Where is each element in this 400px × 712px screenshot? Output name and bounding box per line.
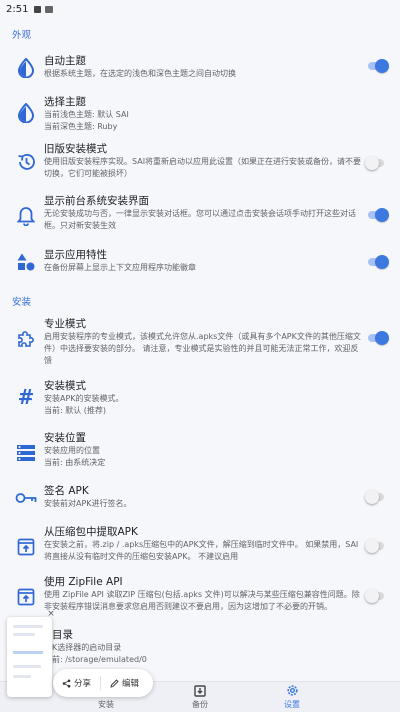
setting-desc: 当前: 默认 (推荐) — [44, 406, 107, 415]
theme-drop-icon — [14, 101, 38, 125]
thumb-line — [13, 633, 35, 636]
nav-settings[interactable]: 设置 — [262, 684, 322, 710]
legacy-install-toggle[interactable] — [365, 156, 384, 170]
setting-title: 从压缩包中提取APK — [44, 526, 138, 538]
share-label: 分享 — [74, 679, 92, 689]
setting-title: 安装模式 — [44, 380, 86, 392]
toggle-knob — [365, 589, 379, 603]
status-time: 2:51 — [6, 3, 29, 15]
archive-upload-icon — [14, 535, 38, 559]
setting-select-theme[interactable]: 选择主题 当前浅色主题: 默认 SAI 当前深色主题: Ruby — [0, 93, 400, 137]
setting-desc: 当前: 由系统决定 — [44, 458, 106, 467]
share-edit-popup: 分享 编辑 — [53, 669, 153, 697]
setting-desc: 当前浅色主题: 默认 SAI — [44, 110, 129, 119]
nav-settings-label: 设置 — [284, 700, 300, 709]
setting-desc: 前: /storage/emulated/0 — [52, 655, 147, 664]
pro-mode-toggle[interactable] — [368, 331, 389, 345]
setting-desc: 使用 ZipFile API 读取ZIP 压缩包(包括.apks 文件)可以解决… — [44, 590, 360, 611]
setting-title: 选择主题 — [44, 96, 86, 108]
document-icon — [45, 5, 54, 13]
setting-title: 专业模式 — [44, 318, 86, 330]
foreground-install-toggle[interactable] — [368, 208, 389, 222]
toggle-knob — [365, 539, 379, 553]
setting-app-features[interactable]: 显示应用特性 在备份屏幕上显示上下文应用程序功能徽章 — [0, 248, 400, 278]
setting-auto-theme[interactable]: 自动主题 根据系统主题，在选定的浅色和深色主题之间自动切换 — [0, 52, 400, 88]
setting-title: 旧版安装模式 — [44, 143, 107, 155]
setting-directory[interactable]: 目录 K选择器的启动目录 前: /storage/emulated/0 — [0, 628, 400, 672]
setting-legacy-install[interactable]: 旧版安装模式 使用旧版安装程序实现。SAI将重新启动以应用此设置（如果正在进行安… — [0, 142, 400, 192]
setting-desc: 安装应用的位置 — [44, 446, 100, 455]
edit-label: 编辑 — [122, 679, 140, 689]
thumb-highlight — [13, 651, 43, 654]
history-icon — [14, 150, 38, 174]
edit-button[interactable]: 编辑 — [105, 673, 144, 693]
screenshot-thumbnail[interactable] — [7, 617, 52, 697]
section-install: 安装 — [12, 297, 32, 308]
zipfile-api-toggle[interactable] — [365, 589, 384, 603]
sign-apk-toggle[interactable] — [365, 490, 384, 504]
pencil-icon — [110, 678, 119, 688]
setting-desc: 在备份屏幕上显示上下文应用程序功能徽章 — [44, 263, 196, 272]
setting-sign-apk[interactable]: 签名 APK 安装前对APK进行签名。 — [0, 484, 400, 512]
archive-upload-icon — [14, 585, 38, 609]
thumb-line — [13, 675, 31, 678]
popup-divider — [100, 676, 102, 690]
status-bar: 2:51 — [0, 0, 400, 18]
nav-backup-label: 备份 — [192, 700, 208, 709]
setting-desc: 根据系统主题，在选定的浅色和深色主题之间自动切换 — [44, 69, 236, 78]
setting-desc: 使用旧版安装程序实现。SAI将重新启动以应用此设置（如果正在进行安装或备份，请不… — [44, 157, 362, 178]
setting-title: 使用 ZipFile API — [44, 576, 123, 588]
hashtag-icon: # — [17, 385, 35, 409]
bell-icon — [14, 204, 38, 228]
setting-foreground-install[interactable]: 显示前台系统安装界面 无论安装成功与否，一律显示安装对话框。您可以通过点击安装会… — [0, 194, 400, 244]
setting-desc: 安装前对APK进行签名。 — [44, 499, 132, 508]
setting-desc: K选择器的启动目录 — [52, 643, 122, 652]
toggle-knob — [375, 208, 389, 222]
toggle-knob — [365, 156, 379, 170]
nav-backup[interactable]: 备份 — [170, 684, 230, 710]
share-button[interactable]: 分享 — [57, 673, 96, 693]
setting-title: 显示前台系统安装界面 — [44, 195, 149, 207]
setting-zipfile-api[interactable]: 使用 ZipFile API 使用 ZipFile API 读取ZIP 压缩包(… — [0, 575, 400, 625]
shapes-icon — [14, 250, 38, 274]
setting-desc: 当前深色主题: Ruby — [44, 122, 118, 131]
setting-pro-mode[interactable]: 专业模式 启用安装程序的专业模式，该模式允许您从.apks文件（或具有多个APK… — [0, 317, 400, 367]
setting-title: 安装位置 — [44, 432, 86, 444]
storage-icon — [14, 441, 38, 465]
extract-zip-toggle[interactable] — [365, 539, 384, 553]
gear-icon — [262, 684, 322, 697]
setting-install-mode[interactable]: # 安装模式 安装APK的安装模式。 当前: 默认 (推荐) — [0, 379, 400, 423]
setting-desc: 在安装之前，将.zip / .apks压缩包中的APK文件，解压缩到临时文件中。… — [44, 540, 359, 561]
theme-drop-icon — [14, 56, 38, 80]
toggle-knob — [365, 490, 379, 504]
setting-title: 签名 APK — [44, 485, 89, 497]
puzzle-icon — [14, 327, 38, 351]
setting-desc: 启用安装程序的专业模式，该模式允许您从.apks文件（或具有多个APK文件的其他… — [44, 332, 361, 365]
setting-title: 显示应用特性 — [44, 249, 107, 261]
toggle-knob — [375, 331, 389, 345]
thumb-line — [13, 625, 43, 628]
thumbnail-close-button[interactable]: × — [46, 609, 56, 619]
section-appearance: 外观 — [12, 30, 32, 41]
setting-desc: 安装APK的安装模式。 — [44, 394, 124, 403]
thumb-line — [13, 665, 41, 668]
setting-title: 目录 — [52, 629, 73, 641]
setting-install-location[interactable]: 安装位置 安装应用的位置 当前: 由系统决定 — [0, 431, 400, 475]
backup-icon — [170, 684, 230, 697]
setting-extract-zip[interactable]: 从压缩包中提取APK 在安装之前，将.zip / .apks压缩包中的APK文件… — [0, 525, 400, 575]
toggle-knob — [375, 59, 389, 73]
toggle-knob — [375, 255, 389, 269]
app-features-toggle[interactable] — [368, 255, 389, 269]
share-icon — [62, 679, 71, 687]
setting-title: 自动主题 — [44, 55, 86, 67]
notification-icon — [34, 5, 42, 13]
key-icon — [14, 486, 38, 510]
setting-desc: 无论安装成功与否，一律显示安装对话框。您可以通过点击安装会话项手动打开这些对话框… — [44, 209, 356, 230]
auto-theme-toggle[interactable] — [368, 59, 389, 73]
nav-install-label: 安装 — [98, 700, 114, 709]
